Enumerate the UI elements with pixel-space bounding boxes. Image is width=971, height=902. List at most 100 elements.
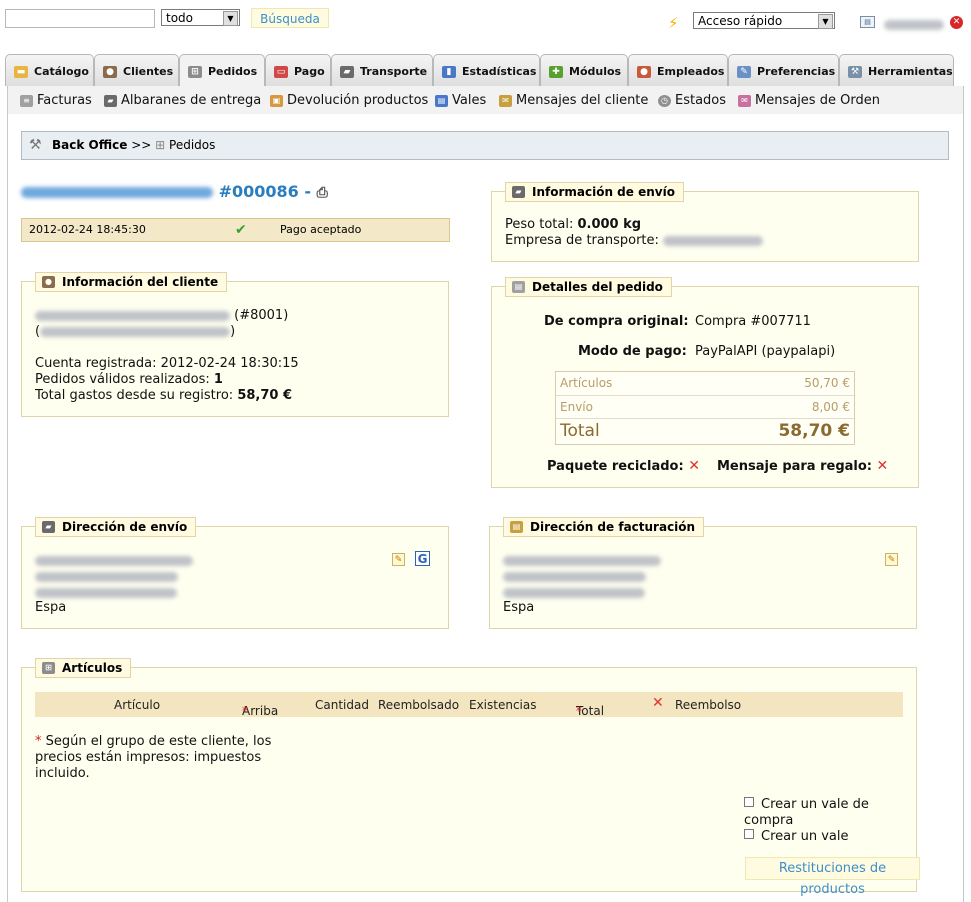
search-scope-select[interactable]: todo ▼ xyxy=(161,9,240,26)
tab-label: Pago xyxy=(294,65,325,78)
tab-label: Clientes xyxy=(123,65,174,78)
employee-name-redacted xyxy=(884,17,944,31)
chart-icon: ▮ xyxy=(442,66,456,78)
registered-row: Cuenta registrada: 2012-02-24 18:30:15 xyxy=(35,356,299,371)
billing-address-legend: ▤ Dirección de facturación xyxy=(503,517,705,537)
valid-orders-value: 1 xyxy=(213,372,223,387)
main-tabs: ▬ Catálogo ● Clientes ⊞ Pedidos ▭ Pago ▰ Tran… xyxy=(0,54,971,87)
order-totals-table: Artículos 50,70 € Envío 8,00 € Total 58,… xyxy=(555,371,855,445)
submenu-albaranes[interactable]: ▰ Albaranes de entrega xyxy=(104,93,261,108)
products-table-header: Artículo Arriba * Cantidad Reembolsado E… xyxy=(35,692,903,718)
customer-email-redacted[interactable] xyxy=(40,326,231,337)
truck-icon: ▰ xyxy=(104,95,117,107)
billing-address-line3-redacted xyxy=(503,585,645,599)
registered-value: 2012-02-24 18:30:15 xyxy=(160,356,299,371)
tab-pedidos[interactable]: ⊞ Pedidos xyxy=(179,54,265,87)
tab-label: Catálogo xyxy=(34,65,89,78)
edit-billing-address-icon[interactable]: ✎ xyxy=(885,553,898,566)
search-button[interactable]: Búsqueda xyxy=(251,8,329,28)
cross-icon: ✕ xyxy=(688,458,700,474)
tab-catalogo[interactable]: ▬ Catálogo xyxy=(5,54,94,86)
shipping-info-legend: ▰ Información de envío xyxy=(505,182,684,202)
tab-transporte[interactable]: ▰ Transporte xyxy=(331,54,433,86)
orders-submenu: ≡ Facturas ▰ Albaranes de entrega ▣ Devoluc… xyxy=(7,86,964,114)
logout-icon[interactable]: ✕ xyxy=(950,16,963,29)
valid-orders-label: Pedidos válidos realizados: xyxy=(35,372,210,387)
customer-info-legend: ● Información del cliente xyxy=(35,272,228,292)
legend-label: Artículos xyxy=(62,661,123,675)
weight-row: Peso total: 0.000 kg xyxy=(505,217,641,232)
submenu-label: Mensajes del cliente xyxy=(516,93,649,108)
required-asterisk: * xyxy=(576,704,582,718)
carrier-row: Empresa de transporte: xyxy=(505,233,764,248)
voucher-checkbox[interactable] xyxy=(744,797,754,807)
voucher-label-line2: compra xyxy=(744,813,794,828)
tab-estadisticas[interactable]: ▮ Estadísticas xyxy=(433,54,540,86)
mail-icon: ✉ xyxy=(738,95,751,107)
legend-label: Dirección de envío xyxy=(62,520,188,534)
google-maps-icon[interactable]: G xyxy=(415,551,430,566)
refund-products-button[interactable]: Restituciones de productos xyxy=(745,857,920,897)
recycled-label: Paquete reciclado: xyxy=(547,459,684,474)
shipping-address-line2-redacted xyxy=(35,569,178,583)
submenu-facturas[interactable]: ≡ Facturas xyxy=(20,93,92,108)
package-icon: ▣ xyxy=(270,95,283,107)
employee-icon: ● xyxy=(637,66,651,78)
cross-icon: ✕ xyxy=(876,458,889,474)
quick-access-select[interactable]: Acceso rápido ▼ xyxy=(693,12,835,29)
search-scope-value: todo xyxy=(166,11,194,25)
book-icon: ▤ xyxy=(435,95,448,107)
customer-id: (#8001) xyxy=(234,308,289,323)
products-total-label: Artículos xyxy=(560,376,613,390)
wrench-icon: ⚒ xyxy=(848,66,862,78)
order-status: Pago aceptado xyxy=(280,223,362,236)
breadcrumb-root[interactable]: Back Office xyxy=(52,138,127,152)
total-spent-row: Total gastos desde su registro: 58,70 € xyxy=(35,388,292,403)
tax-note-line2: precios están impresos: impuestos xyxy=(35,750,262,765)
shipping-address-line1-redacted xyxy=(35,553,193,567)
edit-shipping-address-icon[interactable]: ✎ xyxy=(392,553,405,566)
original-value: Compra #007711 xyxy=(695,314,811,329)
total-spent-label: Total gastos desde su registro: xyxy=(35,388,234,403)
shop-name-redacted xyxy=(21,187,213,198)
create-voucher-checkbox[interactable] xyxy=(744,829,754,839)
shipping-address-legend: ▰ Dirección de envío xyxy=(35,517,197,537)
note-asterisk: * xyxy=(35,734,42,749)
submenu-devolucion[interactable]: ▣ Devolución productos xyxy=(270,93,428,108)
puzzle-icon: ✚ xyxy=(549,66,563,78)
submenu-estados[interactable]: ◷ Estados xyxy=(658,93,726,108)
preferences-icon: ✎ xyxy=(737,66,751,78)
tab-label: Módulos xyxy=(569,65,622,78)
submenu-label: Facturas xyxy=(37,93,92,108)
recycled-row: Paquete reciclado: ✕ xyxy=(547,458,700,474)
order-title: #000086 - ⎙ xyxy=(21,182,328,201)
submenu-label: Estados xyxy=(675,93,727,108)
order-details-legend: ▤ Detalles del pedido xyxy=(505,277,672,297)
truck-icon: ▰ xyxy=(42,521,55,533)
cart-icon: ⊞ xyxy=(42,662,55,674)
invoice-icon: ≡ xyxy=(20,95,33,107)
search-input[interactable] xyxy=(5,9,155,28)
tab-herramientas[interactable]: ⚒ Herramientas xyxy=(839,54,954,86)
payment-label: Modo de pago: xyxy=(578,344,687,359)
cart-icon: ⊞ xyxy=(188,66,202,78)
submenu-label: Albaranes de entrega xyxy=(121,93,262,108)
printer-icon[interactable]: ⎙ xyxy=(317,185,328,201)
tab-pago[interactable]: ▭ Pago xyxy=(265,54,331,86)
required-asterisk: * xyxy=(242,704,248,718)
weight-label: Peso total: xyxy=(505,217,574,232)
customer-name-redacted[interactable] xyxy=(35,310,230,321)
tab-label: Transporte xyxy=(360,65,428,78)
tab-empleados[interactable]: ● Empleados xyxy=(628,54,728,86)
submenu-mensajes-orden[interactable]: ✉ Mensajes de Orden xyxy=(738,93,880,108)
order-status-row: 2012-02-24 18:45:30 ✔ Pago aceptado xyxy=(21,218,450,242)
tab-modulos[interactable]: ✚ Módulos xyxy=(540,54,628,86)
submenu-mensajes-cliente[interactable]: ✉ Mensajes del cliente xyxy=(499,93,648,108)
billing-address-line1-redacted xyxy=(503,553,661,567)
submenu-vales[interactable]: ▤ Vales xyxy=(435,93,486,108)
total-spent-value: 58,70 € xyxy=(237,388,293,403)
wrench-icon: ⚒ xyxy=(29,137,42,153)
tab-preferencias[interactable]: ✎ Preferencias xyxy=(728,54,839,86)
tab-clientes[interactable]: ● Clientes xyxy=(94,54,179,86)
tax-note-line1: * Según el grupo de este cliente, los xyxy=(35,734,271,749)
